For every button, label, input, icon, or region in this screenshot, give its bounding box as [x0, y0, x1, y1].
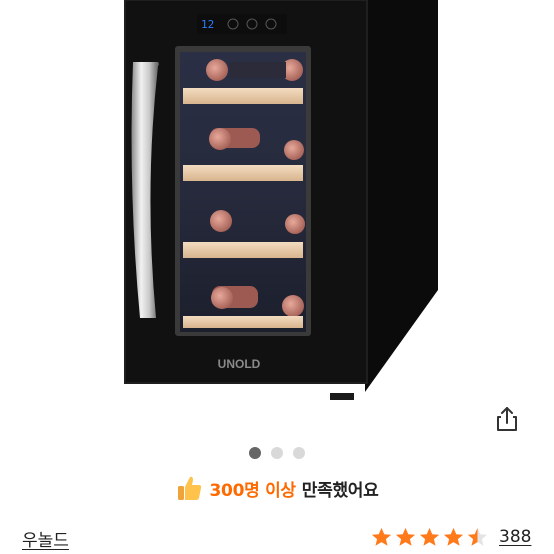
share-button[interactable] [490, 402, 524, 436]
brand-link[interactable]: 우놀드 [22, 526, 69, 551]
carousel-indicator [0, 446, 554, 460]
product-rating[interactable]: 388 [370, 526, 531, 548]
shelf [183, 316, 303, 328]
satisfaction-label: 만족했어요 [301, 480, 379, 501]
star-half-icon [467, 527, 488, 546]
shelf [183, 165, 303, 181]
star-rating [370, 526, 489, 548]
brand-logo: UNOLD [218, 357, 261, 371]
star-full-icon [395, 527, 416, 546]
satisfaction-banner: 300명 이상 만족했어요 [0, 472, 554, 504]
temperature-display: 12 [201, 18, 214, 31]
thumbs-up-icon [176, 474, 202, 502]
review-count-link[interactable]: 388 [499, 527, 531, 547]
star-full-icon [371, 527, 392, 546]
product-image[interactable]: 12 UNOLD [0, 0, 554, 420]
share-icon [497, 407, 517, 431]
star-full-icon [419, 527, 440, 546]
carousel-dot[interactable] [249, 447, 261, 459]
shelf [183, 88, 303, 104]
carousel-dot[interactable] [293, 447, 305, 459]
satisfaction-count: 300명 이상 [209, 480, 297, 501]
cabinet-foot [330, 393, 354, 400]
shelf [183, 242, 303, 258]
star-full-icon [443, 527, 464, 546]
wine-cooler-illustration: 12 UNOLD [124, 0, 438, 400]
cabinet-side [365, 0, 438, 392]
carousel-dot[interactable] [271, 447, 283, 459]
product-detail-page: 12 UNOLD 300명 이상 만족했어요 우놀드 388 [0, 0, 554, 554]
